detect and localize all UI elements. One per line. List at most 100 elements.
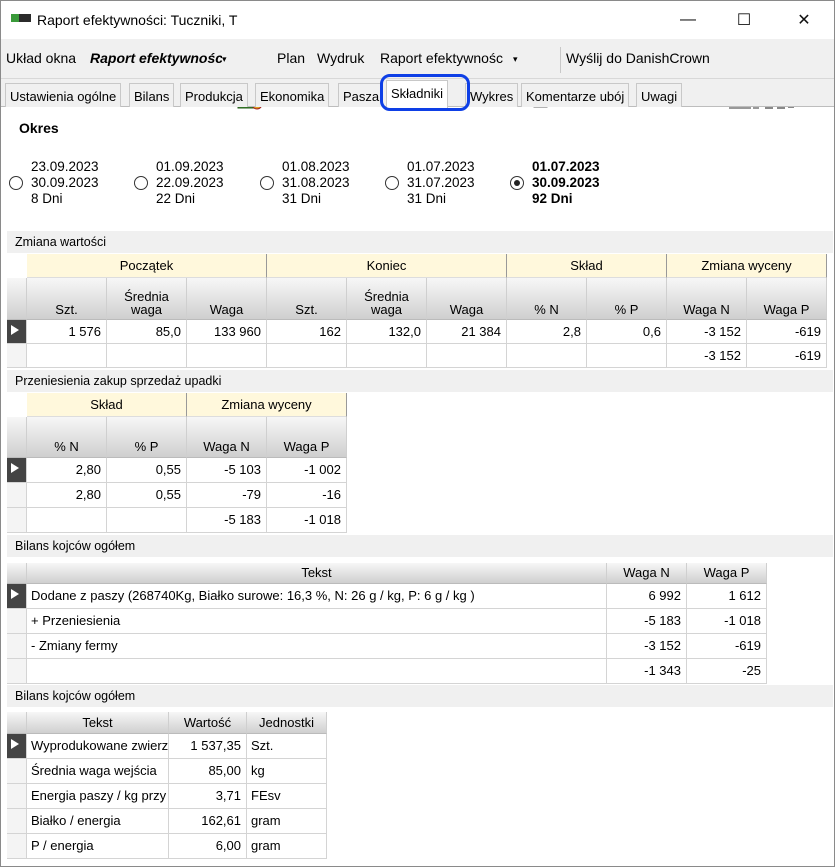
table-cell: Średnia waga wejścia <box>27 759 169 784</box>
row-header-corner <box>7 417 27 458</box>
table-cell: gram <box>247 834 327 859</box>
radio-button[interactable] <box>9 176 23 190</box>
row-header <box>7 759 27 784</box>
table-cell: -5 183 <box>187 508 267 533</box>
row-header <box>7 609 27 634</box>
send-danishcrown-button[interactable]: Wyślij do DanishCrown <box>566 50 710 66</box>
table-cell: -1 343 <box>607 659 687 684</box>
table-cell: Szt. <box>247 734 327 759</box>
column-header-label: Szt. <box>295 302 318 317</box>
table-cell: -619 <box>687 634 767 659</box>
table-cell: -16 <box>267 483 347 508</box>
table-cell: -79 <box>187 483 267 508</box>
table-cell: 6 992 <box>607 584 687 609</box>
tab-ustawienia[interactable]: Ustawienia ogólne <box>5 83 122 107</box>
maximize-button[interactable]: ☐ <box>721 1 767 39</box>
table-cell: FEsv <box>247 784 327 809</box>
column-header: Waga P <box>747 278 827 320</box>
tab-wykres[interactable]: Wykres <box>465 83 519 107</box>
toolbar: Układ okna Raport efektywnośc ▾ Plan Wyd… <box>1 39 834 110</box>
period-option-4[interactable]: 01.07.2023 31.07.2023 31 Dni <box>385 159 515 211</box>
layout-dropdown[interactable]: Raport efektywnośc <box>90 50 222 66</box>
table-cell: Dodane z paszy (268740Kg, Białko surowe:… <box>27 584 607 609</box>
okres-heading: Okres <box>19 120 59 136</box>
table-cell: 162 <box>267 320 347 344</box>
column-header: Waga P <box>267 417 347 458</box>
section-zmiana-wartosci: Zmiana wartości <box>7 231 833 253</box>
table-cell <box>427 344 507 368</box>
table-cell: 132,0 <box>347 320 427 344</box>
tab-komentarze[interactable]: Komentarze ubój <box>521 83 630 107</box>
column-header-label: Średnia waga <box>124 289 169 317</box>
table-cell: 162,61 <box>169 809 247 834</box>
table-cell <box>587 344 667 368</box>
table-cell <box>107 344 187 368</box>
table-cell: Białko / energia <box>27 809 169 834</box>
table-cell: Energia paszy / kg przy <box>27 784 169 809</box>
table-cell: -5 183 <box>607 609 687 634</box>
table-cell: -619 <box>747 344 827 368</box>
column-header: Tekst <box>27 563 607 584</box>
column-header-label: Szt. <box>55 302 78 317</box>
table-cell: P / energia <box>27 834 169 859</box>
chevron-down-icon[interactable]: ▾ <box>222 54 227 65</box>
table-cell <box>27 344 107 368</box>
table-cell: 2,80 <box>27 458 107 483</box>
column-header-label: % P <box>614 302 639 317</box>
table-cell: 1 576 <box>27 320 107 344</box>
column-header-label: Waga P <box>283 439 330 454</box>
table-cell <box>507 344 587 368</box>
radio-button[interactable] <box>134 176 148 190</box>
table-cell: - Zmiany fermy <box>27 634 607 659</box>
table-cell: 85,0 <box>107 320 187 344</box>
column-header: Waga P <box>687 563 767 584</box>
tab-produkcja[interactable]: Produkcja <box>180 83 248 107</box>
table-cell <box>267 344 347 368</box>
table-cell: 1 537,35 <box>169 734 247 759</box>
table-cell: 21 384 <box>427 320 507 344</box>
close-button[interactable]: ✕ <box>781 1 827 39</box>
layout-label: Układ okna <box>6 50 77 66</box>
row-header <box>7 483 27 508</box>
table-cell: 0,55 <box>107 458 187 483</box>
period-option-5[interactable]: 01.07.2023 30.09.2023 92 Dni <box>510 159 640 211</box>
table-cell: -3 152 <box>667 344 747 368</box>
table-cell: -5 103 <box>187 458 267 483</box>
table-cell <box>347 344 427 368</box>
table-cell: Wyprodukowane zwierz <box>27 734 169 759</box>
tab-uwagi[interactable]: Uwagi <box>636 83 683 107</box>
window-title: Raport efektywności: Tuczniki, T <box>37 12 238 28</box>
table-cell: -1 018 <box>267 508 347 533</box>
table-cell: -25 <box>687 659 767 684</box>
group-header: Koniec <box>267 254 507 278</box>
period-option-2[interactable]: 01.09.2023 22.09.2023 22 Dni <box>134 159 264 211</box>
column-header: Waga N <box>667 278 747 320</box>
table-cell: -3 152 <box>667 320 747 344</box>
plan-button[interactable]: Plan <box>277 50 305 66</box>
radio-button[interactable] <box>260 176 274 190</box>
print-dropdown[interactable]: Raport efektywnośc <box>380 50 513 66</box>
section-przeniesienia: Przeniesienia zakup sprzedaż upadki <box>7 370 833 392</box>
column-header-label: % N <box>534 302 559 317</box>
column-header-label: % P <box>134 439 159 454</box>
radio-button[interactable] <box>385 176 399 190</box>
row-header <box>7 734 27 759</box>
column-header: % N <box>27 417 107 458</box>
period-option-3[interactable]: 01.08.2023 31.08.2023 31 Dni <box>260 159 390 211</box>
tab-ekonomika[interactable]: Ekonomika <box>255 83 330 107</box>
row-header-corner <box>7 563 27 584</box>
period-option-1[interactable]: 23.09.2023 30.09.2023 8 Dni <box>9 159 139 211</box>
minimize-button[interactable]: — <box>665 1 711 39</box>
column-header-label: Waga N <box>203 439 250 454</box>
group-header: Zmiana wyceny <box>667 254 827 278</box>
column-header: Średnia waga <box>107 278 187 320</box>
row-header <box>7 320 27 344</box>
radio-button-selected[interactable] <box>510 176 524 190</box>
table-cell: 1 612 <box>687 584 767 609</box>
table-cell <box>27 508 107 533</box>
row-header <box>7 809 27 834</box>
tab-pasza[interactable]: Pasza <box>338 83 383 107</box>
chevron-down-icon[interactable]: ▾ <box>513 54 518 65</box>
row-header <box>7 508 27 533</box>
tab-bilans[interactable]: Bilans <box>129 83 175 107</box>
